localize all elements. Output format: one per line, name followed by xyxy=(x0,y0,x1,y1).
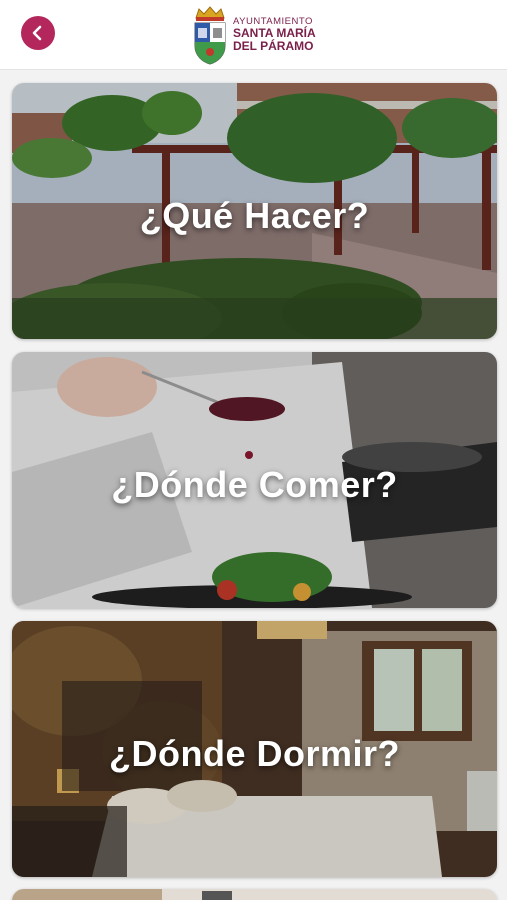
logo-text: AYUNTAMIENTO SANTA MARÍA DEL PÁRAMO xyxy=(233,16,316,53)
coat-of-arms-icon xyxy=(194,6,226,65)
card-title: ¿Dónde Comer? xyxy=(111,464,398,505)
card-que-hacer[interactable]: ¿Qué Hacer? xyxy=(12,83,497,339)
chevron-left-icon xyxy=(32,25,42,41)
logo-line-del-paramo: DEL PÁRAMO xyxy=(233,39,314,53)
municipality-logo: AYUNTAMIENTO SANTA MARÍA DEL PÁRAMO xyxy=(191,4,321,66)
card-next-partial[interactable] xyxy=(12,889,497,900)
card-donde-dormir[interactable]: ¿Dónde Dormir? xyxy=(12,621,497,877)
card-title: ¿Qué Hacer? xyxy=(139,195,370,236)
back-button[interactable] xyxy=(21,16,55,50)
card-title: ¿Dónde Dormir? xyxy=(109,733,400,774)
app-header: AYUNTAMIENTO SANTA MARÍA DEL PÁRAMO xyxy=(0,0,507,70)
next-card-image xyxy=(12,889,497,900)
card-donde-comer[interactable]: ¿Dónde Comer? xyxy=(12,352,497,608)
